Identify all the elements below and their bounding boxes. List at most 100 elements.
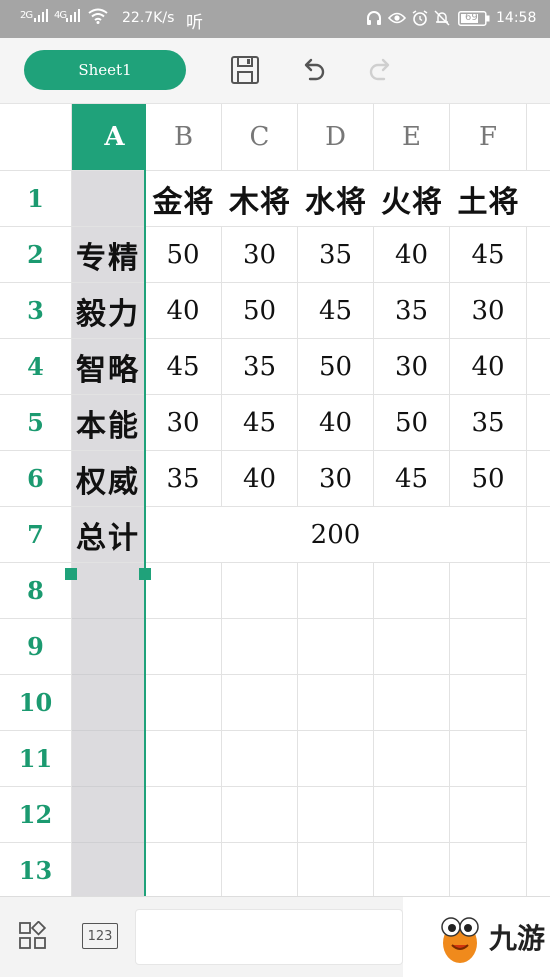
formula-input[interactable] — [135, 909, 403, 965]
cell-a7[interactable]: 总计 — [72, 507, 145, 563]
cell-e10[interactable] — [374, 675, 450, 731]
cell-g4[interactable] — [527, 339, 550, 395]
cell-f3[interactable]: 30 — [450, 283, 527, 339]
row-header-11[interactable]: 11 — [0, 731, 72, 787]
cell-g3[interactable] — [527, 283, 550, 339]
cell-a12[interactable] — [72, 787, 145, 843]
cell-d11[interactable] — [298, 731, 374, 787]
cell-b13[interactable] — [145, 843, 222, 896]
cell-c9[interactable] — [222, 619, 298, 675]
cell-a10[interactable] — [72, 675, 145, 731]
cell-f5[interactable]: 35 — [450, 395, 527, 451]
row-header-4[interactable]: 4 — [0, 339, 72, 395]
row-header-13[interactable]: 13 — [0, 843, 72, 896]
column-header-g[interactable] — [527, 104, 550, 171]
row-header-5[interactable]: 5 — [0, 395, 72, 451]
cell-c1[interactable]: 木将 — [222, 171, 298, 227]
cell-f11[interactable] — [450, 731, 527, 787]
cell-d9[interactable] — [298, 619, 374, 675]
row-header-7[interactable]: 7 — [0, 507, 72, 563]
cell-d3[interactable]: 45 — [298, 283, 374, 339]
cell-b3[interactable]: 40 — [145, 283, 222, 339]
column-header-d[interactable]: D — [298, 104, 374, 171]
cell-d12[interactable] — [298, 787, 374, 843]
select-all-corner[interactable] — [0, 104, 72, 171]
cell-d1[interactable]: 水将 — [298, 171, 374, 227]
cell-f9[interactable] — [450, 619, 527, 675]
undo-icon[interactable] — [298, 54, 330, 86]
cell-f13[interactable] — [450, 843, 527, 896]
cell-c6[interactable]: 40 — [222, 451, 298, 507]
cell-c10[interactable] — [222, 675, 298, 731]
cell-b7-f7-merged[interactable]: 200 — [145, 507, 527, 563]
cell-b5[interactable]: 30 — [145, 395, 222, 451]
column-header-e[interactable]: E — [374, 104, 450, 171]
cell-d4[interactable]: 50 — [298, 339, 374, 395]
cell-f2[interactable]: 45 — [450, 227, 527, 283]
apps-icon[interactable] — [18, 920, 48, 955]
cell-b11[interactable] — [145, 731, 222, 787]
selection-handle-left[interactable] — [65, 568, 77, 580]
cell-c12[interactable] — [222, 787, 298, 843]
cell-e13[interactable] — [374, 843, 450, 896]
save-icon[interactable] — [229, 54, 261, 86]
row-header-3[interactable]: 3 — [0, 283, 72, 339]
row-header-12[interactable]: 12 — [0, 787, 72, 843]
cell-b4[interactable]: 45 — [145, 339, 222, 395]
keyboard-123-icon[interactable]: 123 — [82, 923, 118, 949]
sheet-tab[interactable]: Sheet1 — [24, 50, 186, 90]
cell-c8[interactable] — [222, 563, 298, 619]
cell-e12[interactable] — [374, 787, 450, 843]
cell-d8[interactable] — [298, 563, 374, 619]
cell-c5[interactable]: 45 — [222, 395, 298, 451]
cell-g5[interactable] — [527, 395, 550, 451]
cell-f6[interactable]: 50 — [450, 451, 527, 507]
row-header-8[interactable]: 8 — [0, 563, 72, 619]
cell-e11[interactable] — [374, 731, 450, 787]
cell-e2[interactable]: 40 — [374, 227, 450, 283]
cell-a13[interactable] — [72, 843, 145, 896]
cell-e4[interactable]: 30 — [374, 339, 450, 395]
cell-g2[interactable] — [527, 227, 550, 283]
column-header-c[interactable]: C — [222, 104, 298, 171]
cell-g7[interactable] — [527, 507, 550, 563]
cell-b9[interactable] — [145, 619, 222, 675]
cell-a11[interactable] — [72, 731, 145, 787]
row-header-10[interactable]: 10 — [0, 675, 72, 731]
cell-e3[interactable]: 35 — [374, 283, 450, 339]
cell-a9[interactable] — [72, 619, 145, 675]
cell-e9[interactable] — [374, 619, 450, 675]
cell-f1[interactable]: 土将 — [450, 171, 527, 227]
cell-a8[interactable] — [72, 563, 145, 619]
row-header-2[interactable]: 2 — [0, 227, 72, 283]
column-header-b[interactable]: B — [145, 104, 222, 171]
redo-icon[interactable] — [364, 54, 396, 86]
cell-d6[interactable]: 30 — [298, 451, 374, 507]
row-header-9[interactable]: 9 — [0, 619, 72, 675]
cell-f4[interactable]: 40 — [450, 339, 527, 395]
cell-d5[interactable]: 40 — [298, 395, 374, 451]
cell-f8[interactable] — [450, 563, 527, 619]
cell-b6[interactable]: 35 — [145, 451, 222, 507]
cell-e6[interactable]: 45 — [374, 451, 450, 507]
cell-e8[interactable] — [374, 563, 450, 619]
cell-a4[interactable]: 智略 — [72, 339, 145, 395]
cell-a6[interactable]: 权威 — [72, 451, 145, 507]
cell-c2[interactable]: 30 — [222, 227, 298, 283]
cell-g6[interactable] — [527, 451, 550, 507]
cell-c11[interactable] — [222, 731, 298, 787]
cell-d10[interactable] — [298, 675, 374, 731]
cell-d2[interactable]: 35 — [298, 227, 374, 283]
cell-b8[interactable] — [145, 563, 222, 619]
row-header-1[interactable]: 1 — [0, 171, 72, 227]
row-header-6[interactable]: 6 — [0, 451, 72, 507]
cell-a3[interactable]: 毅力 — [72, 283, 145, 339]
cell-b2[interactable]: 50 — [145, 227, 222, 283]
cell-b10[interactable] — [145, 675, 222, 731]
cell-f12[interactable] — [450, 787, 527, 843]
cell-b1[interactable]: 金将 — [145, 171, 222, 227]
cell-c13[interactable] — [222, 843, 298, 896]
cell-a1[interactable] — [72, 171, 145, 227]
cell-g1[interactable] — [527, 171, 550, 227]
spreadsheet-grid[interactable]: A B C D E F 1 2 3 4 5 6 7 8 9 10 11 12 1… — [0, 104, 550, 896]
